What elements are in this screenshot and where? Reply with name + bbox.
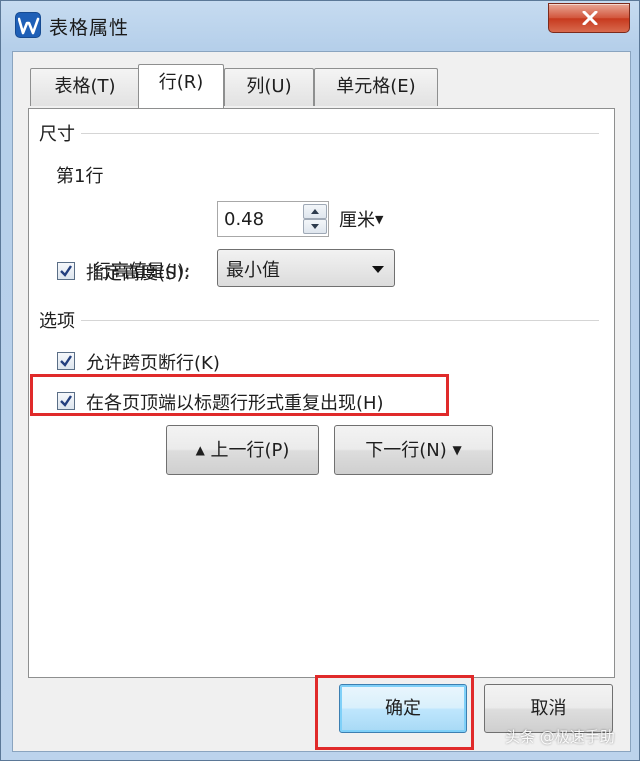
row-height-spinner[interactable] [217,201,329,237]
dialog-window: 表格属性 表格(T) 行(R) 列(U) 单元格(E) 尺寸 第1行 指定高度(… [0,0,640,761]
window-title: 表格属性 [49,17,130,39]
row-number-label: 第1行 [56,166,104,187]
tab-table[interactable]: 表格(T) [30,68,140,106]
row-height-mode-value: 最小值 [226,260,280,281]
close-icon [582,11,598,25]
chevron-down-icon [372,266,384,273]
size-section-divider [39,133,599,134]
next-row-button[interactable]: 下一行(N) ▼ [334,425,493,475]
double-arrow-down-icon: ▼ [452,443,462,457]
close-button[interactable] [548,3,630,33]
unit-dropdown[interactable]: 厘米▼ [339,206,383,232]
title-bar[interactable]: 表格属性 [1,1,640,49]
size-section-label: 尺寸 [39,120,81,146]
previous-row-label: 上一行(P) [210,440,290,461]
repeat-header-checkbox[interactable] [57,392,75,410]
checkmark-icon [60,395,72,407]
checkmark-icon [60,355,72,367]
options-section-divider [39,320,599,321]
checkmark-icon [60,265,72,277]
row-height-mode-label: 行高值是(I): [93,261,191,282]
chevron-down-icon: ▼ [375,213,384,226]
next-row-label: 下一行(N) [365,440,447,461]
allow-break-checkbox[interactable] [57,352,75,370]
tab-row[interactable]: 行(R) [138,64,224,108]
allow-break-label[interactable]: 允许跨页断行(K) [86,349,220,375]
repeat-header-label[interactable]: 在各页顶端以标题行形式重复出现(H) [86,389,384,415]
arrow-up-icon [311,209,319,214]
increment-button[interactable] [303,204,327,219]
ok-button[interactable]: 确定 [339,684,467,733]
wps-writer-icon [15,12,41,38]
options-section-label: 选项 [39,307,81,333]
watermark-text: 头条 @极速手助 [505,728,615,746]
specify-height-checkbox[interactable] [57,262,75,280]
row-tab-panel: 尺寸 第1行 指定高度(S): 厘米▼ 行高值是(I): 最小值 [28,108,615,678]
tab-column[interactable]: 列(U) [224,68,314,106]
previous-row-button[interactable]: ▲ 上一行(P) [166,425,319,475]
row-height-mode-select[interactable]: 最小值 [217,249,395,287]
double-arrow-up-icon: ▲ [195,443,205,457]
tab-cell[interactable]: 单元格(E) [314,68,438,106]
decrement-button[interactable] [303,219,327,234]
unit-label: 厘米 [339,210,375,231]
row-height-input[interactable] [224,206,294,232]
dialog-body: 表格(T) 行(R) 列(U) 单元格(E) 尺寸 第1行 指定高度(S): 0… [12,51,631,752]
arrow-down-icon [311,224,319,229]
